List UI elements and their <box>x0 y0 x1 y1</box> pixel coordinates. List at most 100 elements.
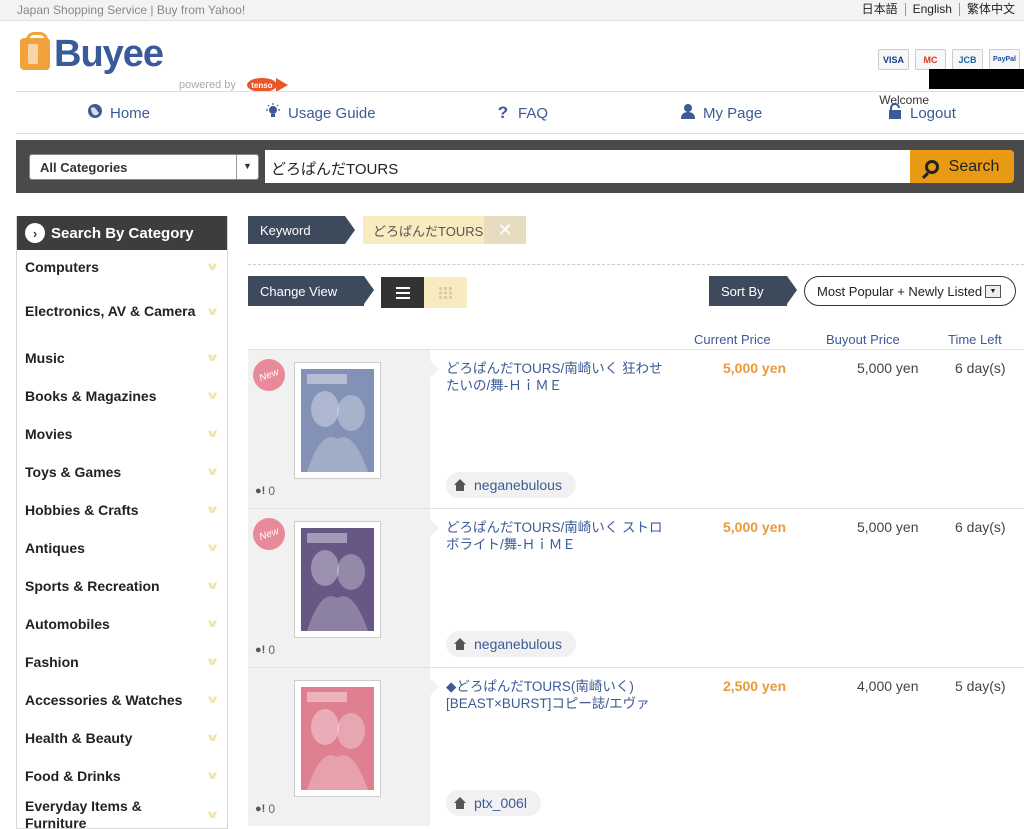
lock-icon <box>886 103 904 123</box>
keyword-label: Keyword <box>248 216 355 244</box>
nav-usage-guide[interactable]: Usage Guide <box>264 103 376 123</box>
item-title-link[interactable]: ◆どろぱんだTOURS(南崎いく) [BEAST×BURST]コピー誌/エヴァ <box>446 678 666 712</box>
sidebar-category[interactable]: Electronics, AV & Camera ∨ <box>17 284 227 339</box>
sidebar-category[interactable]: Automobiles ∨ <box>17 605 227 643</box>
cover-image <box>301 687 374 790</box>
home-icon <box>454 797 466 809</box>
search-icon <box>924 159 939 174</box>
sidebar-category[interactable]: Toys & Games ∨ <box>17 453 227 491</box>
nav-logout-label: Logout <box>910 104 956 122</box>
site-tagline: Japan Shopping Service | Buy from Yahoo! <box>17 3 246 17</box>
result-item: ●! 0 ◆どろぱんだTOURS(南崎いく) [BEAST×BURST]コピー誌/エ… <box>248 667 1024 826</box>
sidebar-category[interactable]: Health & Beauty ∨ <box>17 719 227 757</box>
grid-view-icon <box>438 286 452 299</box>
results-list: New ●! 0 どろぱんだTOURS/南崎いく 狂わせたいの/舞-ＨｉＭＥ 5,000… <box>248 349 1024 826</box>
sidebar-category[interactable]: Movies ∨ <box>17 415 227 453</box>
divider <box>248 264 1024 265</box>
visa-icon: VISA <box>878 49 909 70</box>
chevron-down-icon: ∨ <box>205 466 220 478</box>
buyout-price: 4,000 yen <box>857 678 919 694</box>
list-view-icon <box>395 286 410 299</box>
item-title-link[interactable]: どろぱんだTOURS/南崎いく ストロボライト/舞-ＨｉＭＥ <box>446 519 666 553</box>
seller-link[interactable]: neganebulous <box>446 631 576 657</box>
time-left: 6 day(s) <box>955 360 1006 376</box>
sidebar-category[interactable]: Computers ∨ <box>17 250 227 284</box>
username-redacted <box>929 69 1024 89</box>
grid-view-button[interactable] <box>424 277 467 308</box>
lang-japanese[interactable]: 日本語 <box>855 3 905 16</box>
question-icon: ? <box>497 103 509 122</box>
item-title-link[interactable]: どろぱんだTOURS/南崎いく 狂わせたいの/舞-ＨｉＭＥ <box>446 360 666 394</box>
sort-select-value: Most Popular + Newly Listed <box>817 284 983 299</box>
time-left: 6 day(s) <box>955 519 1006 535</box>
sidebar-category-label: Accessories & Watches <box>25 691 183 708</box>
sidebar-category-label: Antiques <box>25 539 85 556</box>
nav-home[interactable]: Home <box>86 103 150 123</box>
result-item: New ●! 0 どろぱんだTOURS/南崎いく 狂わせたいの/舞-ＨｉＭＥ 5,000… <box>248 349 1024 508</box>
watch-count: ●! 0 <box>255 484 275 498</box>
seller-name: ptx_006l <box>474 795 527 811</box>
powered-by-label: powered by <box>179 79 236 91</box>
category-list: Computers ∨ Electronics, AV & Camera ∨ Music… <box>17 250 227 829</box>
sidebar-category[interactable]: Fashion ∨ <box>17 643 227 681</box>
keyword-chip: どろぱんだTOURS ✕ <box>363 216 526 244</box>
logo-text: Buyee <box>54 33 164 75</box>
item-thumbnail[interactable] <box>294 521 381 638</box>
seller-link[interactable]: ptx_006l <box>446 790 541 816</box>
jcb-icon: JCB <box>952 49 983 70</box>
search-input[interactable]: どろぱんだTOURS <box>265 150 910 183</box>
seller-link[interactable]: neganebulous <box>446 472 576 498</box>
chevron-down-icon: ∨ <box>205 352 220 364</box>
time-left: 5 day(s) <box>955 678 1006 694</box>
watch-count: ●! 0 <box>255 802 275 816</box>
seller-name: neganebulous <box>474 477 562 493</box>
sidebar-category[interactable]: Sports & Recreation ∨ <box>17 567 227 605</box>
buyout-price: 5,000 yen <box>857 360 919 376</box>
item-thumbnail[interactable] <box>294 680 381 797</box>
nav-logout[interactable]: Logout <box>886 103 956 123</box>
lightbulb-icon <box>264 103 282 123</box>
sidebar-category[interactable]: Food & Drinks ∨ <box>17 757 227 795</box>
buyee-logo[interactable]: Buyee <box>20 32 164 75</box>
watch-count-value: 0 <box>268 802 275 816</box>
nav-usage-guide-label: Usage Guide <box>288 104 376 122</box>
keyword-chip-text: どろぱんだTOURS <box>373 223 484 239</box>
list-view-button[interactable] <box>381 277 424 308</box>
sidebar-category-label: Health & Beauty <box>25 729 133 746</box>
home-icon <box>454 479 466 491</box>
watch-count: ●! 0 <box>255 643 275 657</box>
change-view-label: Change View <box>248 276 374 306</box>
sidebar-category[interactable]: Hobbies & Crafts ∨ <box>17 491 227 529</box>
sidebar-category-label: Electronics, AV & Camera <box>25 303 196 319</box>
column-time-left: Time Left <box>948 332 1002 347</box>
item-thumbnail[interactable] <box>294 362 381 479</box>
shopping-bag-icon <box>20 32 50 70</box>
sidebar-category[interactable]: Accessories & Watches ∨ <box>17 681 227 719</box>
sidebar-title: Search By Category <box>51 224 194 242</box>
current-price: 5,000 yen <box>723 360 787 376</box>
nav-faq[interactable]: ? FAQ <box>494 103 548 123</box>
current-price: 2,500 yen <box>723 678 787 694</box>
result-item: New ●! 0 どろぱんだTOURS/南崎いく ストロボライト/舞-ＨｉＭＥ 5,00… <box>248 508 1024 667</box>
search-bar: All Categories ▼ どろぱんだTOURS Search <box>16 140 1024 193</box>
sidebar-category[interactable]: Antiques ∨ <box>17 529 227 567</box>
nav-my-page-label: My Page <box>703 104 763 122</box>
lang-english[interactable]: English <box>904 3 959 16</box>
sort-by-label: Sort By <box>709 276 797 306</box>
sort-select[interactable]: Most Popular + Newly Listed ▼ <box>804 276 1016 306</box>
lang-chinese-traditional[interactable]: 繁体中文 <box>958 3 1022 16</box>
nav-my-page[interactable]: My Page <box>679 103 762 123</box>
sidebar-category[interactable]: Music ∨ <box>17 339 227 377</box>
sidebar-category[interactable]: Everyday Items & Furniture ∨ <box>17 795 227 828</box>
view-sort-row: Change View Sort By Most Popular + Newly… <box>248 276 1024 308</box>
category-select[interactable]: All Categories ▼ <box>29 154 259 180</box>
sidebar-category-label: Computers <box>25 258 99 275</box>
sidebar-category-label: Fashion <box>25 653 79 670</box>
chevron-down-icon: ▼ <box>236 155 258 179</box>
sidebar-category[interactable]: Books & Magazines ∨ <box>17 377 227 415</box>
remove-keyword-icon[interactable]: ✕ <box>484 216 526 244</box>
watch-count-value: 0 <box>268 484 275 498</box>
search-button[interactable]: Search <box>910 150 1014 183</box>
sidebar-category-label: Books & Magazines <box>25 387 157 404</box>
main-nav: Home Usage Guide ? FAQ My Page Logout <box>16 91 1024 134</box>
